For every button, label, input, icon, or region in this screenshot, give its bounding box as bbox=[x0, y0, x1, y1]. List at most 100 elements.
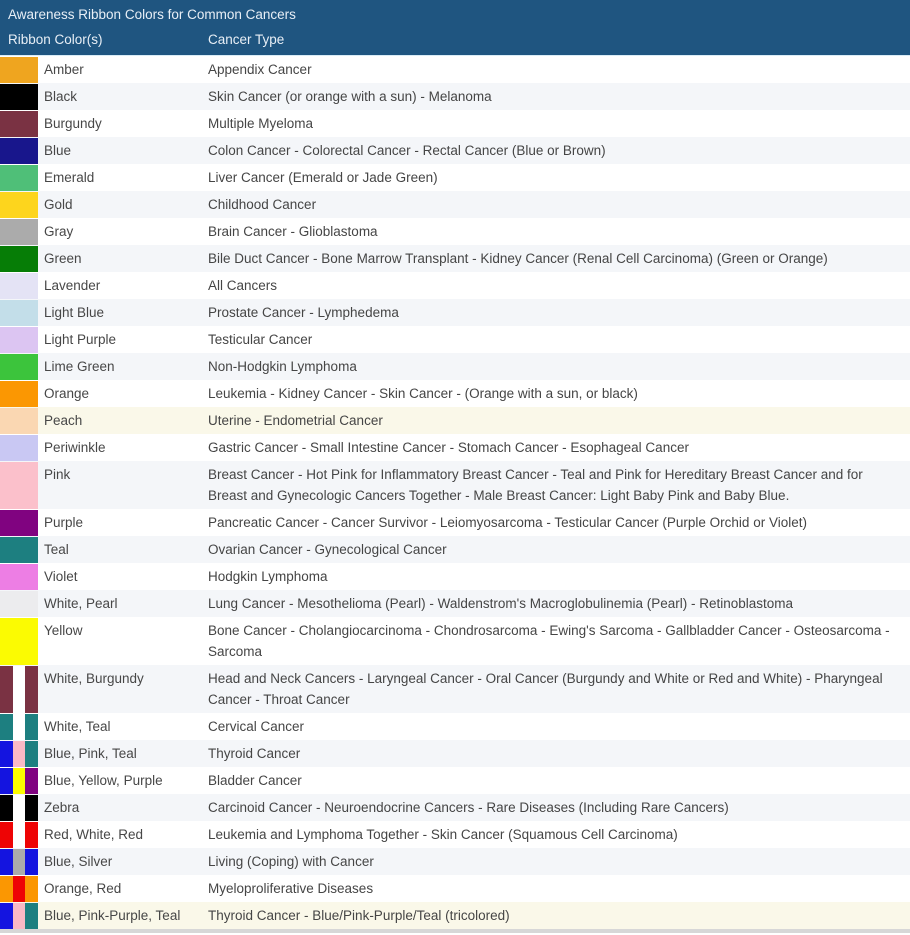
cancer-type-text: Bone Cancer - Cholangiocarcinoma - Chond… bbox=[208, 617, 910, 665]
ribbon-color-swatch bbox=[0, 564, 38, 590]
cancer-type-text: Prostate Cancer - Lymphedema bbox=[208, 299, 910, 326]
ribbon-color-label: Lavender bbox=[38, 272, 208, 299]
ribbon-color-label: Violet bbox=[38, 563, 208, 590]
table-row: Lime Green Non-Hodgkin Lymphoma bbox=[0, 353, 910, 380]
ribbon-color-swatch bbox=[0, 618, 38, 665]
column-header-ribbon-colors: Ribbon Color(s) bbox=[0, 32, 208, 47]
table-row: Teal Ovarian Cancer - Gynecological Canc… bbox=[0, 536, 910, 563]
ribbon-color-label: Orange, Red bbox=[38, 875, 208, 902]
cancer-type-text: Myeloproliferative Diseases bbox=[208, 875, 910, 902]
table-row: Peach Uterine - Endometrial Cancer bbox=[0, 407, 910, 434]
cancer-type-text: Leukemia - Kidney Cancer - Skin Cancer -… bbox=[208, 380, 910, 407]
ribbon-color-swatch bbox=[0, 300, 38, 326]
column-header-cancer-type: Cancer Type bbox=[208, 32, 910, 47]
ribbon-color-swatch bbox=[0, 57, 38, 83]
table-row: White, Pearl Lung Cancer - Mesothelioma … bbox=[0, 590, 910, 617]
swatch-stripe bbox=[13, 822, 26, 848]
ribbon-color-swatch bbox=[0, 666, 38, 713]
cancer-type-text: Living (Coping) with Cancer bbox=[208, 848, 910, 875]
table-header: Awareness Ribbon Colors for Common Cance… bbox=[0, 0, 910, 55]
swatch-stripe bbox=[0, 138, 38, 164]
table-row: Blue, Yellow, Purple Bladder Cancer bbox=[0, 767, 910, 794]
ribbon-color-swatch bbox=[0, 327, 38, 353]
ribbon-color-label: White, Burgundy bbox=[38, 665, 208, 713]
cancer-type-text: Head and Neck Cancers - Laryngeal Cancer… bbox=[208, 665, 910, 713]
swatch-stripe bbox=[0, 876, 13, 902]
swatch-stripe bbox=[0, 327, 38, 353]
ribbon-color-label: Green bbox=[38, 245, 208, 272]
ribbon-color-label: Blue bbox=[38, 137, 208, 164]
swatch-stripe bbox=[25, 768, 38, 794]
ribbon-color-swatch bbox=[0, 591, 38, 617]
swatch-stripe bbox=[13, 768, 26, 794]
swatch-stripe bbox=[0, 111, 38, 137]
swatch-stripe bbox=[13, 666, 26, 713]
swatch-stripe bbox=[25, 822, 38, 848]
awareness-ribbon-table-page: Awareness Ribbon Colors for Common Cance… bbox=[0, 0, 910, 935]
ribbon-color-swatch bbox=[0, 138, 38, 164]
swatch-stripe bbox=[13, 903, 26, 929]
swatch-stripe bbox=[25, 714, 38, 740]
ribbon-color-label: Light Purple bbox=[38, 326, 208, 353]
cancer-type-text: Ovarian Cancer - Gynecological Cancer bbox=[208, 536, 910, 563]
ribbon-color-label: Pink bbox=[38, 461, 208, 509]
ribbon-color-swatch bbox=[0, 849, 38, 875]
ribbon-color-label: Zebra bbox=[38, 794, 208, 821]
ribbon-color-swatch bbox=[0, 741, 38, 767]
ribbon-color-label: Emerald bbox=[38, 164, 208, 191]
column-header-row: Ribbon Color(s) Cancer Type bbox=[0, 27, 910, 55]
ribbon-color-label: Blue, Yellow, Purple bbox=[38, 767, 208, 794]
ribbon-color-swatch bbox=[0, 435, 38, 461]
ribbon-color-swatch bbox=[0, 219, 38, 245]
table-row: Zebra Carcinoid Cancer - Neuroendocrine … bbox=[0, 794, 910, 821]
table-row: Purple Pancreatic Cancer - Cancer Surviv… bbox=[0, 509, 910, 536]
ribbon-color-label: Teal bbox=[38, 536, 208, 563]
table-row: Pink Breast Cancer - Hot Pink for Inflam… bbox=[0, 461, 910, 509]
cancer-type-text: Cervical Cancer bbox=[208, 713, 910, 740]
ribbon-color-label: Black bbox=[38, 83, 208, 110]
ribbon-color-swatch bbox=[0, 381, 38, 407]
ribbon-color-label: Lime Green bbox=[38, 353, 208, 380]
cancer-type-text: Skin Cancer (or orange with a sun) - Mel… bbox=[208, 83, 910, 110]
ribbon-color-label: Periwinkle bbox=[38, 434, 208, 461]
swatch-stripe bbox=[0, 462, 38, 509]
cancer-type-text: Multiple Myeloma bbox=[208, 110, 910, 137]
ribbon-color-swatch bbox=[0, 822, 38, 848]
swatch-stripe bbox=[0, 537, 38, 563]
swatch-stripe bbox=[0, 741, 13, 767]
ribbon-color-swatch bbox=[0, 876, 38, 902]
ribbon-color-label: White, Pearl bbox=[38, 590, 208, 617]
swatch-stripe bbox=[25, 876, 38, 902]
swatch-stripe bbox=[0, 618, 38, 665]
swatch-stripe bbox=[0, 591, 38, 617]
ribbon-color-swatch bbox=[0, 768, 38, 794]
ribbon-color-swatch bbox=[0, 510, 38, 536]
ribbon-color-label: Blue, Pink, Teal bbox=[38, 740, 208, 767]
ribbon-color-swatch bbox=[0, 192, 38, 218]
table-row: Light Blue Prostate Cancer - Lymphedema bbox=[0, 299, 910, 326]
swatch-stripe bbox=[0, 300, 38, 326]
ribbon-color-label: Red, White, Red bbox=[38, 821, 208, 848]
ribbon-color-swatch bbox=[0, 462, 38, 509]
swatch-stripe bbox=[0, 768, 13, 794]
table-row: Light Purple Testicular Cancer bbox=[0, 326, 910, 353]
swatch-stripe bbox=[0, 192, 38, 218]
swatch-stripe bbox=[25, 849, 38, 875]
ribbon-color-label: Burgundy bbox=[38, 110, 208, 137]
table-row: Lavender All Cancers bbox=[0, 272, 910, 299]
cancer-type-text: Hodgkin Lymphoma bbox=[208, 563, 910, 590]
table-row: Emerald Liver Cancer (Emerald or Jade Gr… bbox=[0, 164, 910, 191]
table-row: Green Bile Duct Cancer - Bone Marrow Tra… bbox=[0, 245, 910, 272]
table-row: Yellow Bone Cancer - Cholangiocarcinoma … bbox=[0, 617, 910, 665]
cancer-type-text: Carcinoid Cancer - Neuroendocrine Cancer… bbox=[208, 794, 910, 821]
ribbon-color-label: Light Blue bbox=[38, 299, 208, 326]
table-row: Orange, Red Myeloproliferative Diseases bbox=[0, 875, 910, 902]
cancer-type-text: Non-Hodgkin Lymphoma bbox=[208, 353, 910, 380]
swatch-stripe bbox=[0, 57, 38, 83]
cancer-type-text: All Cancers bbox=[208, 272, 910, 299]
cancer-type-text: Colon Cancer - Colorectal Cancer - Recta… bbox=[208, 137, 910, 164]
cancer-type-text: Gastric Cancer - Small Intestine Cancer … bbox=[208, 434, 910, 461]
swatch-stripe bbox=[0, 903, 13, 929]
cancer-type-text: Brain Cancer - Glioblastoma bbox=[208, 218, 910, 245]
ribbon-color-label: Orange bbox=[38, 380, 208, 407]
